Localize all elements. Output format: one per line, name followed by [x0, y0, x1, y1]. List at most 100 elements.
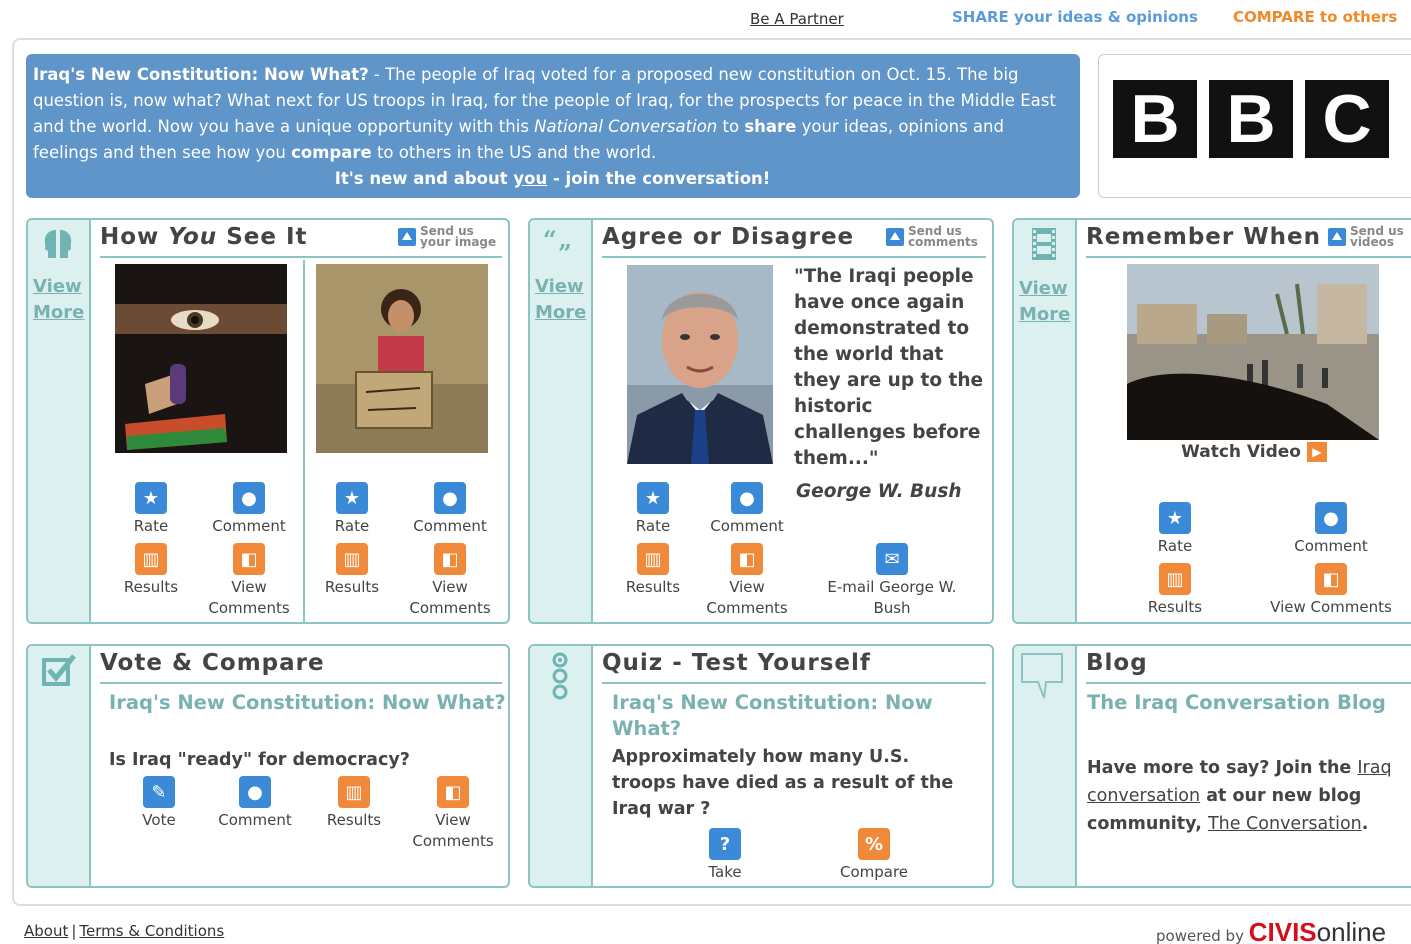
title-rule [100, 256, 502, 258]
view-comments-button[interactable]: ◧ View Comments [1250, 563, 1411, 618]
top-bar: Be A Partner SHARE your ideas & opinions… [0, 6, 1411, 32]
photo-george-w-bush[interactable] [627, 265, 773, 464]
rate-button[interactable]: ★ Rate [317, 482, 387, 537]
panel-how-you-see-it: View More How You See It Send us your imag… [26, 218, 510, 624]
quote-text: "The Iraqi people have once again demons… [794, 266, 984, 469]
take-quiz-button[interactable]: ? Take [690, 828, 760, 883]
percent-icon: % [858, 828, 890, 860]
results-button[interactable]: ▥ Results [614, 543, 692, 598]
cta-text: It's new and about [334, 169, 514, 188]
comment-button[interactable]: ● Comment [1276, 502, 1386, 557]
panel-title: How You See It [100, 224, 308, 250]
rate-button[interactable]: ★ Rate [618, 482, 688, 537]
compare-button[interactable]: % Compare [826, 828, 922, 883]
powered-by[interactable]: powered by CIVISonline [1156, 917, 1386, 944]
bbc-logo[interactable]: B B C [1113, 80, 1389, 158]
blog-title-link[interactable]: The Iraq Conversation Blog [1087, 690, 1386, 716]
email-bush-button[interactable]: ✉ E-mail George W. Bush [812, 543, 972, 619]
compare-link[interactable]: COMPARE to others [1233, 8, 1397, 26]
send-comments-link[interactable]: Send us comments [886, 225, 978, 248]
iraq-conversation-link[interactable]: conversation [1087, 786, 1200, 806]
comment-button[interactable]: ● Comment [204, 482, 294, 537]
poll-topic-link[interactable]: Iraq's New Constitution: Now What? [109, 690, 506, 716]
results-button[interactable]: ▥ Results [313, 543, 391, 598]
online-logo: online [1316, 917, 1387, 944]
share-link[interactable]: SHARE your ideas & opinions [952, 8, 1198, 26]
rate-button[interactable]: ★ Rate [116, 482, 186, 537]
intro-compare: compare [291, 143, 372, 162]
results-button[interactable]: ▥ Results [316, 776, 392, 831]
view-comments-button[interactable]: ◧ View Comments [204, 543, 294, 619]
panel-title: Quiz - Test Yourself [602, 650, 871, 676]
panel-agree-or-disagree: “ ” View More Agree or Disagree Send us co… [528, 218, 994, 624]
panel-blog: Blog The Iraq Conversation Blog Have mor… [1012, 644, 1411, 888]
quiz-topic-link[interactable]: Iraq's New Constitution: Now What? [612, 690, 933, 742]
video-thumbnail[interactable] [1127, 264, 1379, 440]
speech-bubble-icon: ● [233, 482, 265, 514]
iraq-conversation-link[interactable]: Iraq [1357, 758, 1391, 778]
results-button[interactable]: ▥ Results [1136, 563, 1214, 618]
view-comments-button[interactable]: ◧ View Comments [406, 776, 500, 852]
view-more-link[interactable]: View More [535, 274, 586, 326]
quote-marks-icon: “ ” [543, 226, 572, 262]
intro-text: to [717, 117, 745, 136]
send-videos-link[interactable]: Send us videos [1328, 225, 1404, 248]
speech-bubble-icon: ● [1315, 502, 1347, 534]
intro-heading: Iraq's New Constitution: Now What? [33, 65, 369, 84]
upload-arrow-icon [398, 228, 416, 246]
cta-text: - join the conversation! [547, 169, 771, 188]
checkbox-icon [42, 654, 76, 686]
view-more-link[interactable]: View More [33, 274, 84, 326]
title-rule [100, 682, 502, 684]
view-comments-button[interactable]: ◧ View Comments [702, 543, 792, 619]
question-mark-icon: ? [709, 828, 741, 860]
speech-bubble-icon: ● [731, 482, 763, 514]
civis-logo: CIVIS [1248, 917, 1317, 944]
speech-balloon-icon [1021, 653, 1063, 699]
the-conversation-link[interactable]: The Conversation [1208, 814, 1362, 834]
comment-button[interactable]: ● Comment [210, 776, 300, 831]
quote-author: George W. Bush [796, 481, 962, 502]
star-icon: ★ [336, 482, 368, 514]
intro-text: to others in the US and the world. [371, 143, 657, 162]
panel-remember-when: View More Remember When Send us videos Wat… [1012, 218, 1411, 624]
send-image-link[interactable]: Send us your image [398, 225, 496, 248]
about-link[interactable]: About [24, 922, 68, 940]
panel-title: Vote & Compare [100, 650, 325, 676]
bar-chart-icon: ▥ [1159, 563, 1191, 595]
photo-girl-with-sign[interactable] [316, 264, 488, 453]
comments-icon: ◧ [437, 776, 469, 808]
intro-emphasis: National Conversation [534, 117, 718, 136]
be-a-partner-link[interactable]: Be A Partner [750, 10, 844, 28]
footer-links: About | Terms & Conditions [24, 922, 224, 940]
svg-text:”: ” [558, 239, 572, 262]
bar-chart-icon: ▥ [338, 776, 370, 808]
star-icon: ★ [135, 482, 167, 514]
column-divider [303, 260, 305, 622]
pencil-icon: ✎ [143, 776, 175, 808]
photo-veiled-woman[interactable] [115, 264, 287, 453]
view-more-link[interactable]: View More [1019, 276, 1070, 328]
comments-icon: ◧ [434, 543, 466, 575]
panel-sidebar: View More [28, 220, 91, 622]
terms-link[interactable]: Terms & Conditions [79, 922, 224, 940]
vote-button[interactable]: ✎ Vote [124, 776, 194, 831]
comments-icon: ◧ [233, 543, 265, 575]
intro-share: share [744, 117, 797, 136]
cta-you-link[interactable]: you [513, 169, 547, 188]
panel-vote-and-compare: Vote & Compare Iraq's New Constitution: … [26, 644, 510, 888]
film-strip-icon [1032, 228, 1056, 260]
comment-button[interactable]: ● Comment [405, 482, 495, 537]
bar-chart-icon: ▥ [135, 543, 167, 575]
rate-button[interactable]: ★ Rate [1140, 502, 1210, 557]
comment-button[interactable]: ● Comment [702, 482, 792, 537]
watch-video-link[interactable]: Watch Video ▶ [1154, 442, 1354, 463]
results-button[interactable]: ▥ Results [112, 543, 190, 598]
options-list-icon [552, 652, 568, 700]
comments-icon: ◧ [1315, 563, 1347, 595]
title-rule [1086, 256, 1411, 258]
bar-chart-icon: ▥ [637, 543, 669, 575]
logo-letter: B [1209, 80, 1293, 158]
view-comments-button[interactable]: ◧ View Comments [405, 543, 495, 619]
upload-arrow-icon [886, 228, 904, 246]
